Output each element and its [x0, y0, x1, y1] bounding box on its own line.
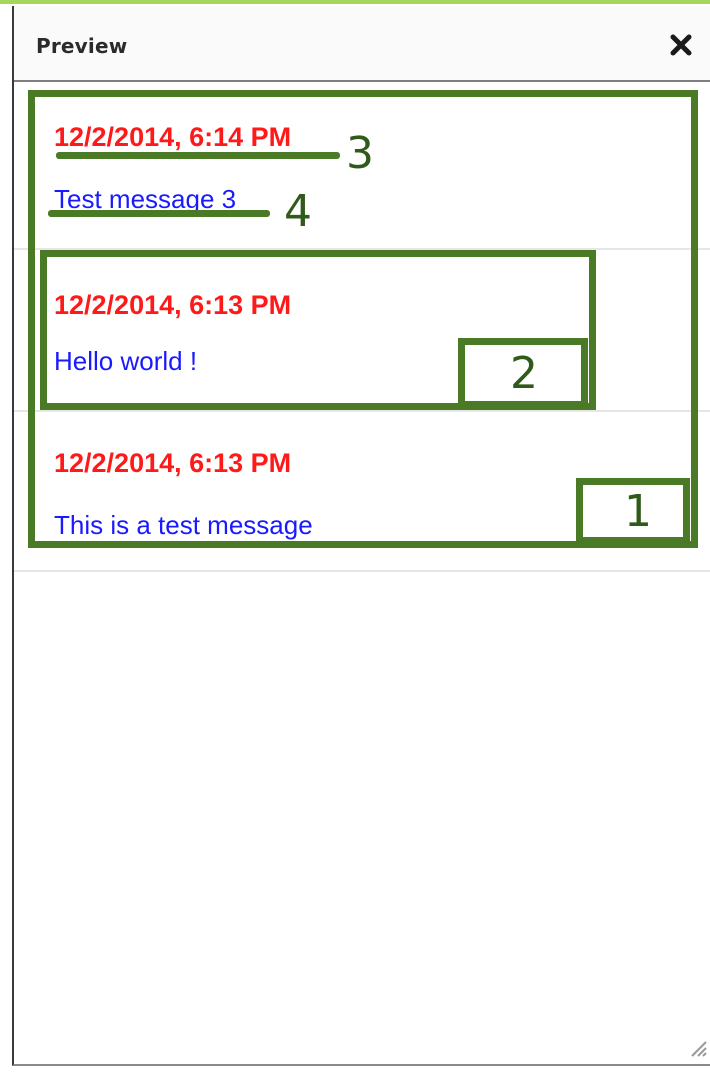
message-timestamp: 12/2/2014, 6:14 PM [54, 122, 292, 152]
panel-title: Preview [36, 34, 128, 58]
annotation-number-3: 3 [346, 128, 374, 179]
resize-grip-icon[interactable] [686, 1036, 708, 1058]
preview-window: Preview 12/2/2014, 6:14 PM Test message … [0, 0, 710, 1073]
list-item[interactable]: 12/2/2014, 6:13 PM This is a test messag… [14, 412, 710, 572]
message-text-link[interactable]: Test message 3 [54, 184, 236, 215]
top-accent-bar [0, 0, 710, 4]
close-button[interactable] [664, 28, 698, 62]
message-timestamp: 12/2/2014, 6:13 PM [54, 290, 292, 320]
message-text: This is a test message [54, 510, 313, 540]
annotation-number-1: 1 [624, 486, 652, 537]
list-item[interactable]: 12/2/2014, 6:13 PM Hello world ! [14, 250, 710, 412]
panel-header: Preview [14, 6, 710, 82]
close-icon [670, 34, 692, 56]
message-text: Hello world ! [54, 346, 198, 376]
annotation-number-4: 4 [284, 186, 312, 237]
annotation-number-2: 2 [510, 348, 538, 399]
message-timestamp: 12/2/2014, 6:13 PM [54, 448, 292, 478]
